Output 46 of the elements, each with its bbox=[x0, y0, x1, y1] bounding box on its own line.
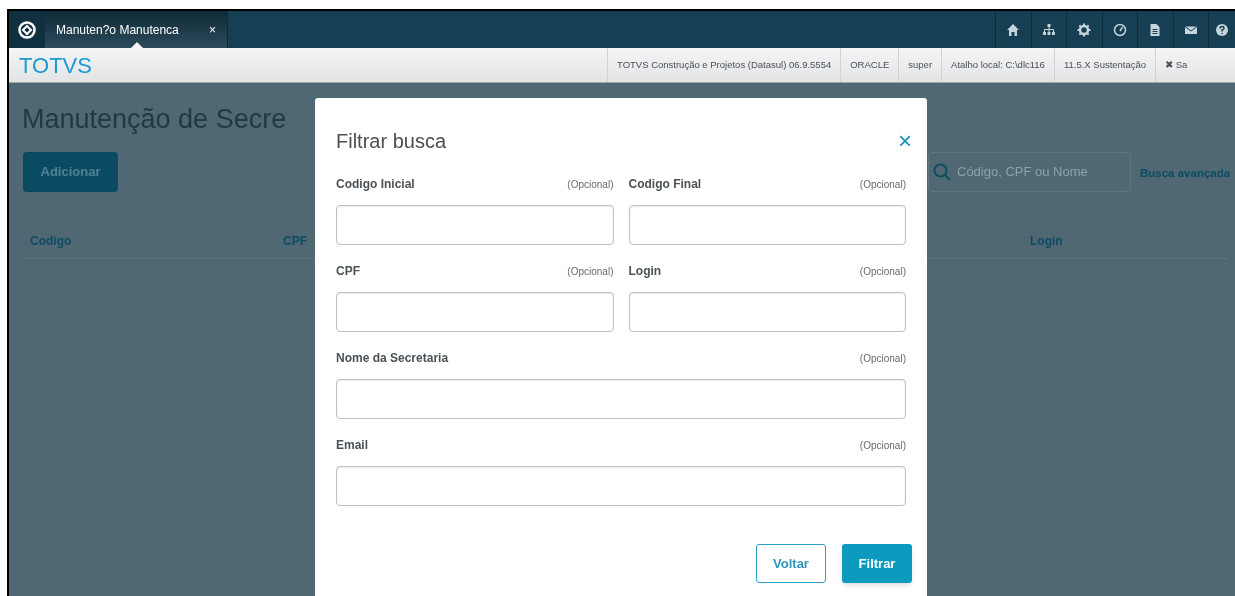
status-item: ORACLE bbox=[840, 48, 899, 82]
close-button[interactable]: × bbox=[898, 129, 912, 153]
back-button[interactable]: Voltar bbox=[756, 544, 826, 583]
optional-hint: (Opcional) bbox=[859, 351, 906, 366]
column-header: Codigo bbox=[30, 234, 72, 248]
text-input[interactable] bbox=[336, 379, 906, 419]
status-item: super bbox=[898, 48, 942, 82]
settings-icon bbox=[1077, 22, 1092, 37]
document-icon bbox=[1148, 22, 1163, 37]
text-input[interactable] bbox=[628, 205, 906, 245]
optional-hint: (Opcional) bbox=[567, 177, 614, 192]
field-label: Login bbox=[628, 263, 662, 280]
field-label: Codigo Inicial bbox=[336, 176, 415, 193]
help-icon bbox=[1215, 22, 1229, 37]
optional-hint: (Opcional) bbox=[859, 438, 906, 453]
filter-button[interactable]: Filtrar bbox=[842, 544, 912, 583]
status-item: TOTVS Construção e Projetos (Datasul) 06.9.5554 bbox=[607, 48, 841, 82]
add-button[interactable]: Adicionar bbox=[23, 152, 118, 192]
status-item: 11.5.X Sustentação bbox=[1053, 48, 1156, 82]
field-label: Codigo Final bbox=[628, 176, 702, 193]
status-item: ✖ Sa bbox=[1155, 48, 1197, 82]
search-field[interactable]: Código, CPF ou Nome bbox=[928, 152, 1131, 192]
logo-icon bbox=[18, 20, 36, 39]
field-label: CPF bbox=[336, 263, 360, 280]
column-header: Login bbox=[1030, 234, 1063, 248]
field-label: Nome da Secretaria bbox=[336, 350, 449, 367]
tab-label: Manuten?o Manutenca bbox=[56, 21, 179, 39]
tab-close-button[interactable]: × bbox=[209, 20, 216, 39]
text-input[interactable] bbox=[336, 292, 614, 332]
app-tab[interactable]: Manuten?o Manutenca × bbox=[45, 11, 228, 48]
field-label: Email bbox=[336, 437, 368, 454]
brand-logo: TOTVS bbox=[18, 51, 93, 80]
app-logo[interactable] bbox=[9, 11, 45, 48]
optional-hint: (Opcional) bbox=[567, 264, 614, 279]
optional-hint: (Opcional) bbox=[859, 264, 906, 279]
text-input[interactable] bbox=[336, 466, 906, 506]
column-header: CPF bbox=[283, 234, 307, 248]
text-input[interactable] bbox=[628, 292, 906, 332]
gauge-icon bbox=[1112, 22, 1127, 37]
sitemap-icon bbox=[1041, 22, 1056, 37]
home-icon bbox=[1006, 22, 1021, 37]
optional-hint: (Opcional) bbox=[859, 177, 906, 192]
search-icon bbox=[933, 163, 951, 181]
text-input[interactable] bbox=[336, 205, 614, 245]
status-item: Atalho local: C:\dlc116 bbox=[941, 48, 1054, 82]
dialog-title: Filtrar busca bbox=[336, 129, 447, 154]
